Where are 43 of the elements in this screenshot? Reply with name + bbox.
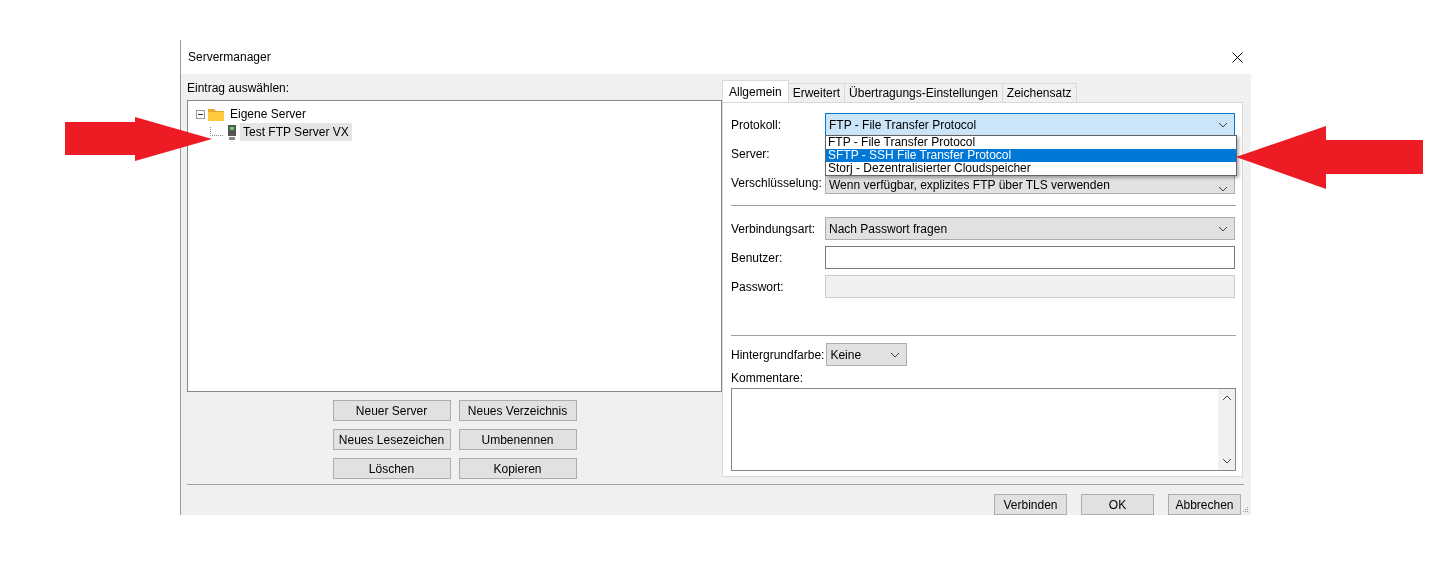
toolbar-button[interactable]: Umbenennen	[458, 429, 577, 450]
close-icon[interactable]	[1232, 51, 1243, 63]
tree-item[interactable]: Test FTP Server VX	[240, 123, 352, 141]
tab[interactable]: Zeichensatz	[1001, 83, 1077, 102]
dialog-button[interactable]: Abbrechen	[1168, 494, 1241, 515]
window-title: Servermanager	[188, 50, 271, 64]
toolbar-button[interactable]: Neuer Server	[332, 400, 451, 421]
color-dropdown[interactable]: Keine	[826, 343, 908, 366]
field-label: Benutzer:	[731, 250, 784, 265]
folder-icon	[208, 107, 224, 121]
field-label: Kommentare:	[731, 371, 805, 385]
scroll-up-icon	[1221, 395, 1232, 401]
dialog-button[interactable]: Verbinden	[994, 494, 1067, 515]
field-label: Verbindungsart:	[731, 221, 817, 236]
dropdown-option[interactable]: SFTP - SSH File Transfer Protocol	[826, 149, 1236, 162]
field-label: Passwort:	[731, 279, 785, 294]
toolbar-button[interactable]: Neues Lesezeichen	[332, 429, 451, 450]
tab[interactable]: Allgemein	[722, 80, 789, 102]
server-icon	[227, 124, 237, 140]
field-label: Protokoll:	[731, 117, 783, 132]
dialog-button[interactable]: OK	[1081, 494, 1154, 515]
tree-connector-icon	[210, 127, 224, 137]
logon-type-dropdown[interactable]: Nach Passwort fragen	[825, 217, 1235, 240]
scrollbar[interactable]	[1218, 389, 1235, 470]
collapse-icon[interactable]	[196, 109, 205, 119]
chevron-down-icon	[1218, 225, 1228, 232]
field-label: Server:	[731, 146, 771, 161]
chevron-down-icon	[890, 351, 901, 358]
resize-grip-icon[interactable]	[1241, 505, 1249, 513]
field-label: Hintergrundfarbe:	[731, 347, 825, 362]
comments-field[interactable]	[731, 388, 1236, 471]
chevron-down-icon	[1218, 121, 1228, 128]
user-field[interactable]	[825, 246, 1235, 269]
chevron-down-icon	[1218, 186, 1228, 192]
toolbar-button[interactable]: Löschen	[332, 458, 451, 479]
toolbar-button[interactable]: Neues Verzeichnis	[458, 400, 577, 421]
dropdown-option[interactable]: FTP - File Transfer Protocol	[826, 136, 1236, 149]
section-label: Eintrag auswählen:	[187, 80, 291, 97]
field-label: Verschlüsselung:	[731, 175, 823, 190]
chevron-down-icon	[1221, 458, 1232, 464]
tree-item[interactable]: Eigene Server	[227, 105, 310, 123]
tab[interactable]: Übertragungs-Einstellungen	[844, 83, 1003, 102]
toolbar-button[interactable]: Kopieren	[458, 458, 577, 479]
